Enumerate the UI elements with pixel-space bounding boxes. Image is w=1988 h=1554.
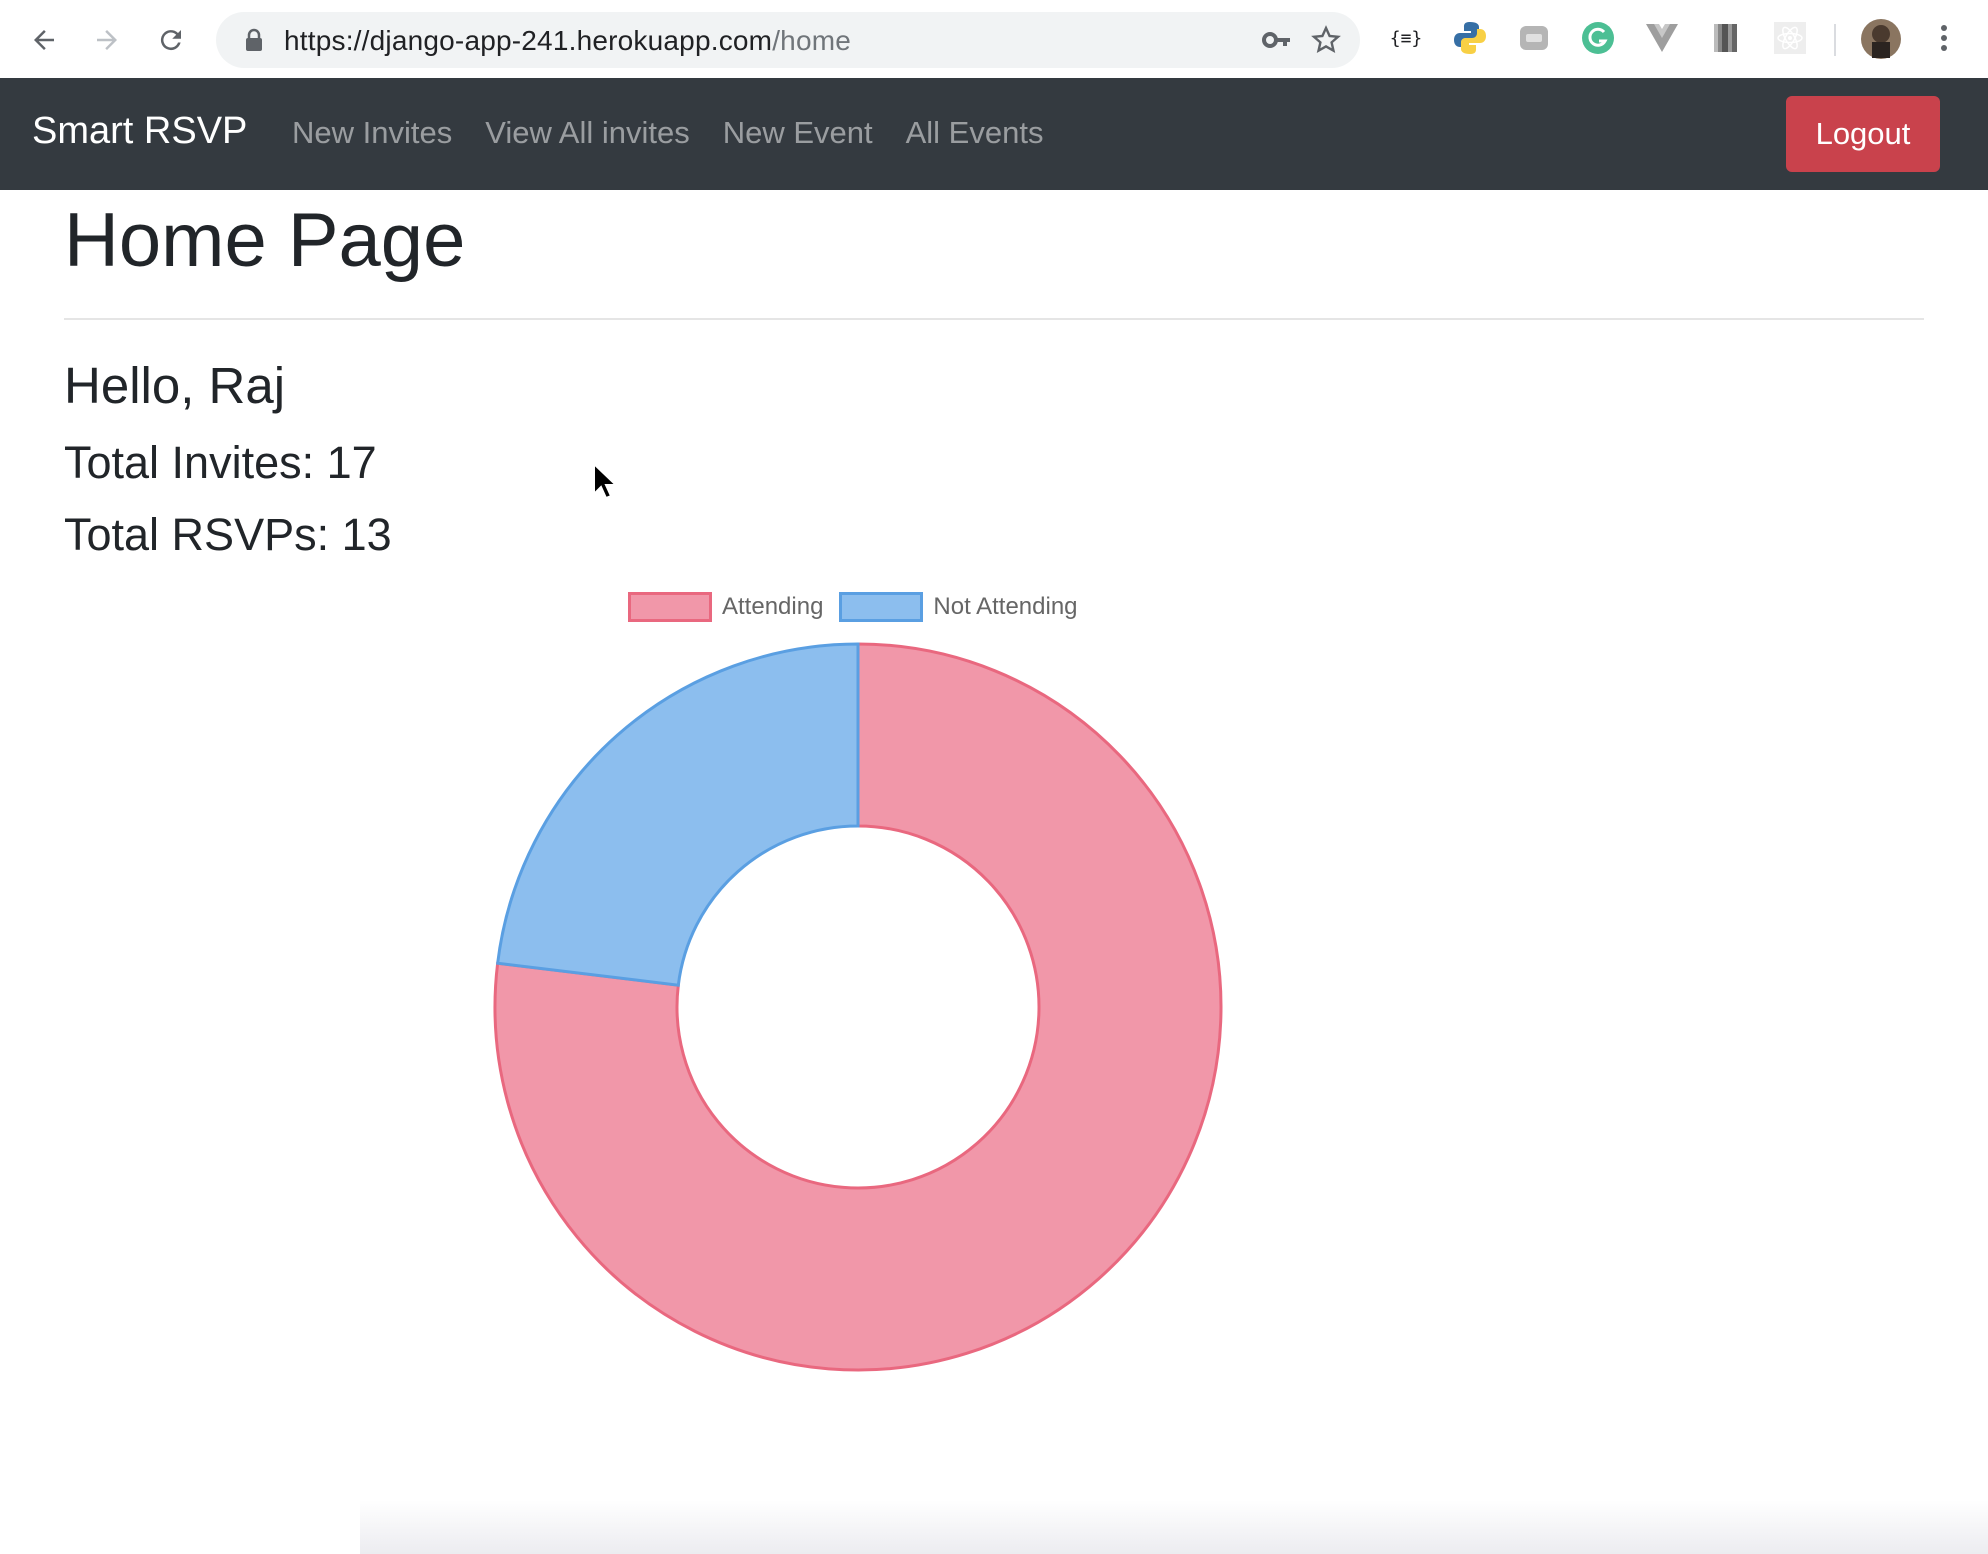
reload-button[interactable] [151, 20, 191, 60]
forward-button[interactable] [87, 20, 127, 60]
browser-menu-button[interactable] [1926, 20, 1962, 56]
kebab-menu-icon [1941, 25, 1947, 51]
legend-swatch [839, 592, 924, 622]
react-devtools-icon[interactable] [1772, 20, 1808, 56]
divider [64, 318, 1924, 320]
url-text[interactable]: https://django-app-241.herokuapp.com/hom… [284, 25, 851, 57]
toolbar-divider [1834, 24, 1836, 56]
legend-item-attending[interactable]: Attending [628, 592, 823, 622]
profile-avatar[interactable] [1860, 18, 1902, 60]
extension-icon[interactable] [1516, 20, 1552, 56]
nav-link-all-events[interactable]: All Events [906, 115, 1044, 151]
logout-button[interactable]: Logout [1786, 96, 1940, 172]
json-viewer-icon[interactable]: {≡} [1388, 20, 1424, 56]
lock-icon [246, 28, 262, 51]
python-icon[interactable] [1452, 20, 1488, 56]
mouse-cursor-icon [593, 462, 616, 500]
star-icon[interactable] [1310, 24, 1342, 56]
total-invites: Total Invites: 17 [64, 437, 377, 488]
legend-item-not-attending[interactable]: Not Attending [839, 592, 1078, 622]
greeting: Hello, Raj [64, 357, 286, 414]
doughnut-slice-not-attending[interactable] [495, 642, 860, 987]
nav-link-new-event[interactable]: New Event [723, 115, 873, 151]
key-icon[interactable] [1260, 24, 1292, 56]
vue-devtools-icon[interactable] [1644, 20, 1680, 56]
url-path: /home [772, 25, 852, 56]
legend-label: Attending [722, 593, 824, 620]
nav-link-new-invites[interactable]: New Invites [292, 115, 452, 151]
back-button[interactable] [24, 20, 64, 60]
grammarly-icon[interactable] [1580, 20, 1616, 56]
address-bar[interactable]: https://django-app-241.herokuapp.com/hom… [216, 12, 1360, 68]
legend-label: Not Attending [933, 593, 1078, 620]
browser-toolbar: https://django-app-241.herokuapp.com/hom… [0, 0, 1988, 79]
chart-legend: Attending Not Attending [628, 592, 1094, 622]
arrow-right-icon [97, 30, 117, 50]
page-title: Home Page [64, 198, 466, 283]
arrow-left-icon [34, 30, 54, 50]
svg-text:{≡}: {≡} [1390, 28, 1423, 49]
nav-links: New Invites View All invites New Event A… [292, 115, 1076, 151]
nav-link-view-all-invites[interactable]: View All invites [485, 115, 689, 151]
total-rsvps: Total RSVPs: 13 [64, 509, 392, 560]
top-navbar: Smart RSVP New Invites View All invites … [0, 78, 1988, 190]
reload-icon [160, 30, 181, 51]
legend-swatch [628, 592, 712, 622]
barcode-icon[interactable] [1708, 20, 1744, 56]
window-shadow [360, 1500, 1988, 1554]
brand-link[interactable]: Smart RSVP [32, 110, 247, 153]
url-host: https://django-app-241.herokuapp.com [284, 25, 773, 56]
